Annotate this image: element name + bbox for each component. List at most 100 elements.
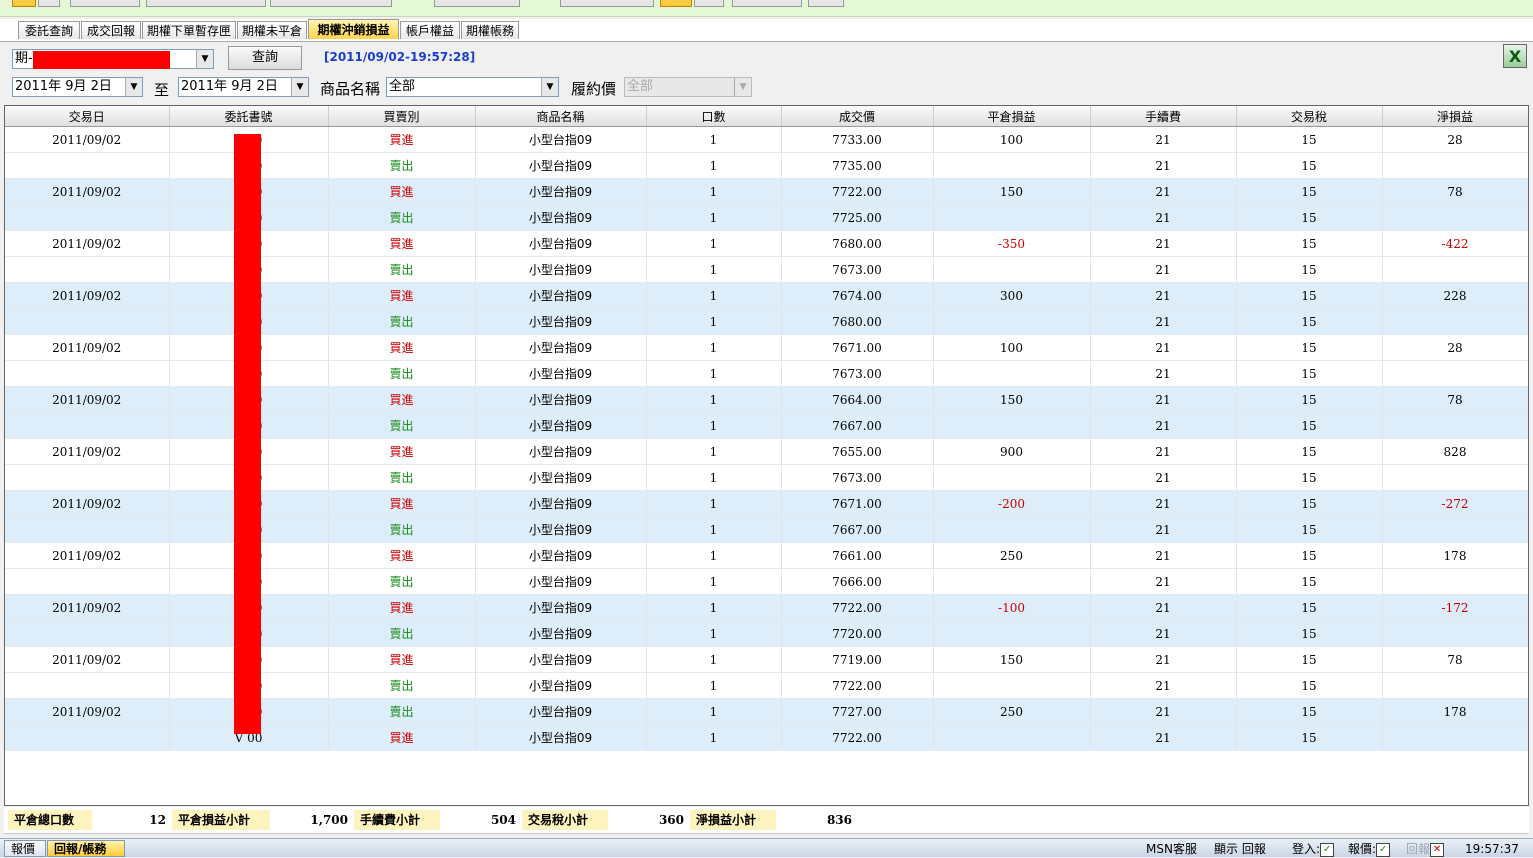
tab-quotes[interactable]: 報價	[4, 840, 46, 857]
toolbar-button[interactable]	[660, 0, 692, 7]
date-to-picker[interactable]: 2011年 9月 2日 ▼	[178, 77, 309, 97]
qty-cell: 1	[646, 126, 782, 153]
net-pnl-cell: 78	[1382, 646, 1528, 673]
fee-cell: 21	[1090, 464, 1237, 491]
closed-lots-value: 12	[149, 813, 166, 827]
product-select[interactable]: 全部 ▼	[386, 77, 559, 97]
closed-pnl-cell	[933, 724, 1091, 751]
toolbar-button[interactable]	[70, 0, 140, 7]
fee-cell: 21	[1090, 594, 1237, 621]
side-cell: 賣出	[328, 672, 476, 699]
price-cell: 7722.00	[781, 672, 934, 699]
tax-cell: 15	[1236, 152, 1383, 179]
toolbar-combo[interactable]	[146, 0, 266, 7]
col-net-pnl[interactable]: 淨損益	[1382, 106, 1528, 127]
export-excel-icon[interactable]: X	[1503, 44, 1527, 68]
side-cell: 買進	[328, 334, 476, 361]
chevron-down-icon[interactable]: ▼	[291, 78, 308, 96]
col-trade-date[interactable]: 交易日	[5, 106, 170, 127]
tab-order-query[interactable]: 委託查詢	[18, 21, 80, 39]
product-cell: 小型台指09	[475, 724, 647, 751]
net-pnl-cell: 228	[1382, 282, 1528, 309]
toolbar-button[interactable]	[694, 0, 724, 7]
closed-pnl-cell: 150	[933, 178, 1091, 205]
date-from-value: 2011年 9月 2日	[15, 79, 112, 94]
trade-date-cell: 2011/09/02	[5, 438, 170, 465]
tab-open-positions[interactable]: 期權未平倉	[237, 21, 307, 39]
closed-pnl-cell: 900	[933, 438, 1091, 465]
quote-label: 報價:	[1348, 842, 1377, 856]
closed-pnl-cell: 150	[933, 386, 1091, 413]
msn-support-link[interactable]: MSN客服	[1146, 841, 1197, 857]
chevron-down-icon[interactable]: ▼	[125, 78, 142, 96]
tab-account-ledger[interactable]: 期權帳務	[461, 21, 519, 39]
product-cell: 小型台指09	[475, 594, 647, 621]
col-order-no[interactable]: 委託書號	[169, 106, 329, 127]
fee-cell: 21	[1090, 256, 1237, 283]
net-pnl-cell: 78	[1382, 386, 1528, 413]
chevron-down-icon[interactable]: ▼	[196, 50, 213, 68]
product-cell: 小型台指09	[475, 308, 647, 335]
tab-reports-ledger[interactable]: 回報/帳務	[47, 840, 125, 857]
product-cell: 小型台指09	[475, 334, 647, 361]
toolbar-button[interactable]	[12, 0, 36, 7]
net-pnl-cell	[1382, 412, 1528, 439]
product-cell: 小型台指09	[475, 516, 647, 543]
trade-date-cell	[5, 464, 170, 491]
side-cell: 賣出	[328, 620, 476, 647]
price-cell: 7725.00	[781, 204, 934, 231]
top-toolbar-strip	[0, 0, 1533, 17]
toolbar-button[interactable]	[732, 0, 802, 7]
closed-pnl-cell	[933, 204, 1091, 231]
tax-cell: 15	[1236, 308, 1383, 335]
filter-panel: 期- ▼ 查詢 [2011/09/02-19:57:28] 2011年 9月 2…	[0, 42, 1533, 104]
price-cell: 7667.00	[781, 412, 934, 439]
qty-cell: 1	[646, 724, 782, 751]
price-cell: 7722.00	[781, 178, 934, 205]
chevron-down-icon[interactable]: ▼	[541, 78, 558, 96]
col-fee[interactable]: 手續費	[1090, 106, 1237, 127]
tax-cell: 15	[1236, 724, 1383, 751]
tab-order-buffer[interactable]: 期權下單暫存匣	[142, 21, 236, 39]
tax-cell: 15	[1236, 542, 1383, 569]
tab-fill-report[interactable]: 成交回報	[81, 21, 141, 39]
closed-pnl-cell	[933, 256, 1091, 283]
product-cell: 小型台指09	[475, 230, 647, 257]
show-report-toggle[interactable]: 顯示 回報	[1214, 841, 1266, 857]
col-closed-pnl[interactable]: 平倉損益	[933, 106, 1091, 127]
strike-select: 全部 ▼	[624, 77, 752, 97]
toolbar-button[interactable]	[38, 0, 60, 7]
trade-date-cell	[5, 412, 170, 439]
price-cell: 7666.00	[781, 568, 934, 595]
closed-pnl-cell	[933, 412, 1091, 439]
toolbar-combo[interactable]	[434, 0, 520, 7]
price-cell: 7735.00	[781, 152, 934, 179]
tax-cell: 15	[1236, 620, 1383, 647]
price-cell: 7673.00	[781, 256, 934, 283]
trade-date-cell: 2011/09/02	[5, 542, 170, 569]
toolbar-combo[interactable]	[560, 0, 654, 7]
closed-pnl-cell: -350	[933, 230, 1091, 257]
strike-label: 履約價	[571, 80, 617, 98]
tab-account-equity[interactable]: 帳戶權益	[400, 21, 460, 39]
toolbar-button[interactable]	[808, 0, 844, 7]
fee-cell: 21	[1090, 360, 1237, 387]
price-cell: 7667.00	[781, 516, 934, 543]
tab-offset-pnl[interactable]: 期權沖銷損益	[308, 19, 399, 39]
col-qty[interactable]: 口數	[646, 106, 782, 127]
pnl-grid: 交易日 委託書號 買賣別 商品名稱 口數 成交價 平倉損益 手續費 交易稅 淨損…	[4, 105, 1529, 806]
tax-cell: 15	[1236, 126, 1383, 153]
query-button[interactable]: 查詢	[228, 46, 302, 70]
tax-cell: 15	[1236, 490, 1383, 517]
toolbar-combo[interactable]	[270, 0, 392, 7]
trade-date-cell: 2011/09/02	[5, 594, 170, 621]
col-product[interactable]: 商品名稱	[475, 106, 647, 127]
price-cell: 7722.00	[781, 594, 934, 621]
net-pnl-cell: -272	[1382, 490, 1528, 517]
col-tax[interactable]: 交易稅	[1236, 106, 1383, 127]
col-side[interactable]: 買賣別	[328, 106, 476, 127]
date-from-picker[interactable]: 2011年 9月 2日 ▼	[12, 77, 143, 97]
price-cell: 7727.00	[781, 698, 934, 725]
col-price[interactable]: 成交價	[781, 106, 934, 127]
report-label: 回報	[1406, 842, 1431, 856]
